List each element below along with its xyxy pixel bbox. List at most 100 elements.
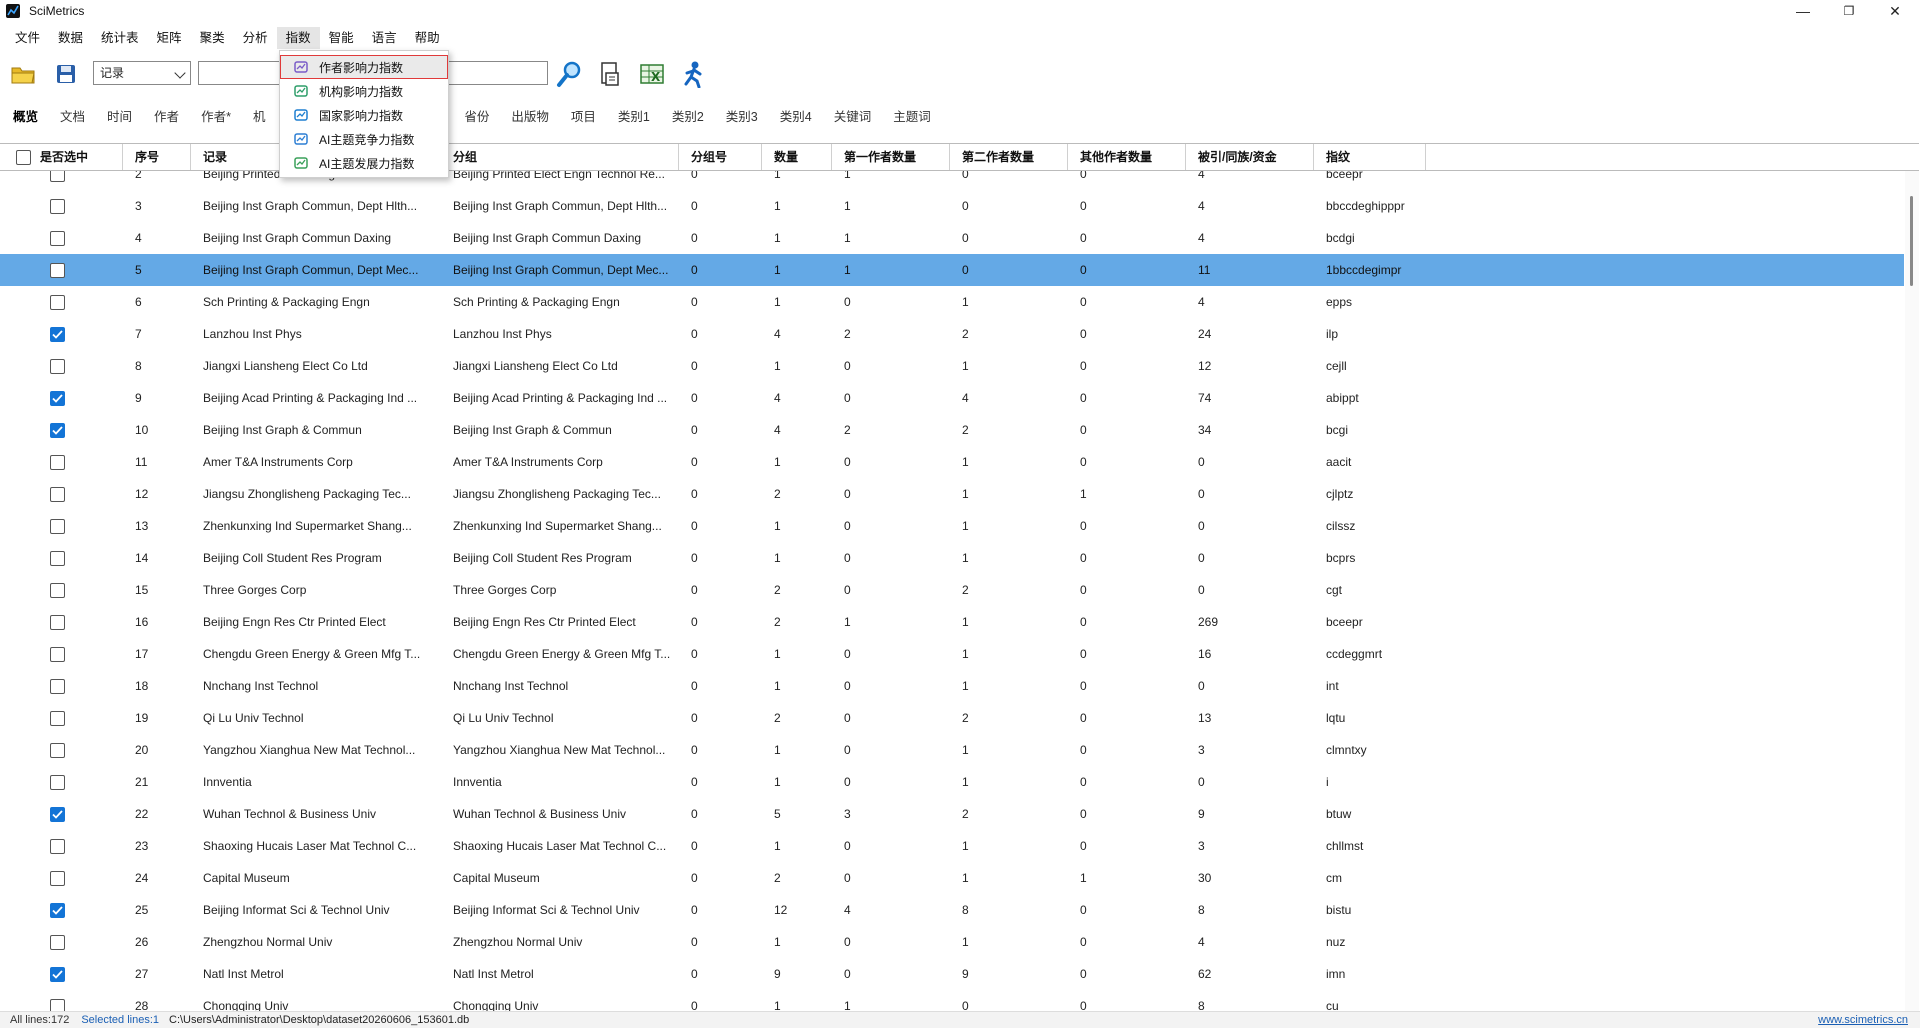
table-row[interactable]: 14 Beijing Coll Student Res Program Beijin… — [0, 542, 1904, 574]
excel-export-icon[interactable]: X — [638, 60, 666, 88]
table-row[interactable]: 23 Shaoxing Hucais Laser Mat Technol C...… — [0, 830, 1904, 862]
menu-6[interactable]: 指数 — [276, 27, 320, 49]
row-checkbox[interactable] — [50, 422, 65, 438]
row-checkbox[interactable] — [50, 262, 65, 278]
menu-9[interactable]: 帮助 — [406, 27, 449, 49]
tab-13[interactable]: 关键词 — [834, 106, 872, 125]
tab-5[interactable]: 机 — [253, 106, 266, 125]
row-checkbox[interactable] — [50, 550, 65, 566]
open-folder-icon[interactable] — [9, 60, 37, 88]
menu-5[interactable]: 分析 — [234, 27, 277, 49]
row-checkbox[interactable] — [50, 998, 65, 1011]
menu-4[interactable]: 聚类 — [191, 27, 234, 49]
row-checkbox[interactable] — [50, 358, 65, 374]
table-row[interactable]: 11 Amer T&A Instruments Corp Amer T&A Inst… — [0, 446, 1904, 478]
table-row[interactable]: 10 Beijing Inst Graph & Commun Beijing Ins… — [0, 414, 1904, 446]
table-row[interactable]: 22 Wuhan Technol & Business Univ Wuhan Tec… — [0, 798, 1904, 830]
search-icon[interactable] — [555, 60, 583, 88]
table-row[interactable]: 4 Beijing Inst Graph Commun Daxing Beijing… — [0, 222, 1904, 254]
table-row[interactable]: 20 Yangzhou Xianghua New Mat Technol... Ya… — [0, 734, 1904, 766]
table-row[interactable]: 15 Three Gorges Corp Three Gorges Corp 0 2 0 2… — [0, 574, 1904, 606]
row-checkbox[interactable] — [50, 710, 65, 726]
table-row[interactable]: 27 Natl Inst Metrol Natl Inst Metrol 0 9 0 9 0 6… — [0, 958, 1904, 990]
row-checkbox[interactable] — [50, 966, 65, 982]
tab-7[interactable]: 出版物 — [511, 106, 549, 125]
column-header-6[interactable]: 第一作者数量 — [832, 144, 950, 170]
website-link[interactable]: www.scimetrics.cn — [1818, 1014, 1908, 1026]
menu-0[interactable]: 文件 — [6, 27, 49, 49]
save-icon[interactable] — [52, 60, 80, 88]
row-checkbox[interactable] — [50, 294, 65, 310]
tab-11[interactable]: 类别3 — [726, 106, 758, 125]
tab-3[interactable]: 作者 — [154, 106, 179, 125]
row-checkbox[interactable] — [50, 742, 65, 758]
column-header-0[interactable]: 是否选中 — [0, 144, 123, 170]
export-document-icon[interactable] — [596, 60, 624, 88]
menu-8[interactable]: 语言 — [363, 27, 406, 49]
row-checkbox[interactable] — [50, 870, 65, 886]
run-person-icon[interactable] — [680, 60, 708, 88]
column-header-10[interactable]: 指纹 — [1314, 144, 1426, 170]
table-row[interactable]: 7 Lanzhou Inst Phys Lanzhou Inst Phys 0 4 2 2 0… — [0, 318, 1904, 350]
table-row[interactable]: 24 Capital Museum Capital Museum 0 2 0 1 1 30 cm — [0, 862, 1904, 894]
row-checkbox[interactable] — [50, 518, 65, 534]
row-checkbox[interactable] — [50, 582, 65, 598]
row-checkbox[interactable] — [50, 230, 65, 246]
menu-2[interactable]: 统计表 — [92, 27, 148, 49]
table-row[interactable]: 8 Jiangxi Liansheng Elect Co Ltd Jiangxi L… — [0, 350, 1904, 382]
dropdown-item-0[interactable]: 作者影响力指数 — [280, 55, 448, 79]
table-row[interactable]: 12 Jiangsu Zhonglisheng Packaging Tec... J… — [0, 478, 1904, 510]
menu-3[interactable]: 矩阵 — [148, 27, 191, 49]
dropdown-item-1[interactable]: 机构影响力指数 — [280, 79, 448, 103]
table-row[interactable]: 13 Zhenkunxing Ind Supermarket Shang... Zh… — [0, 510, 1904, 542]
row-checkbox[interactable] — [50, 646, 65, 662]
table-row[interactable]: 17 Chengdu Green Energy & Green Mfg T... C… — [0, 638, 1904, 670]
tab-2[interactable]: 时间 — [107, 106, 132, 125]
column-header-5[interactable]: 数量 — [762, 144, 832, 170]
row-checkbox[interactable] — [50, 934, 65, 950]
row-checkbox[interactable] — [50, 326, 65, 342]
menu-1[interactable]: 数据 — [49, 27, 92, 49]
row-checkbox[interactable] — [50, 171, 65, 182]
row-checkbox[interactable] — [50, 806, 65, 822]
column-header-8[interactable]: 其他作者数量 — [1068, 144, 1186, 170]
column-header-7[interactable]: 第二作者数量 — [950, 144, 1068, 170]
select-all-checkbox[interactable] — [16, 149, 31, 165]
row-checkbox[interactable] — [50, 454, 65, 470]
row-checkbox[interactable] — [50, 390, 65, 406]
row-checkbox[interactable] — [50, 838, 65, 854]
table-row[interactable]: 16 Beijing Engn Res Ctr Printed Elect Beij… — [0, 606, 1904, 638]
row-checkbox[interactable] — [50, 678, 65, 694]
table-row[interactable]: 25 Beijing Informat Sci & Technol Univ Bei… — [0, 894, 1904, 926]
table-row[interactable]: 5 Beijing Inst Graph Commun, Dept Mec... B… — [0, 254, 1904, 286]
table-row[interactable]: 6 Sch Printing & Packaging Engn Sch Printi… — [0, 286, 1904, 318]
table-row[interactable]: 18 Nnchang Inst Technol Nnchang Inst Techn… — [0, 670, 1904, 702]
row-checkbox[interactable] — [50, 902, 65, 918]
minimize-button[interactable]: — — [1780, 0, 1826, 22]
tab-4[interactable]: 作者* — [201, 106, 231, 125]
tab-6[interactable]: 省份 — [464, 106, 489, 125]
vertical-scrollbar[interactable] — [1905, 171, 1919, 1011]
row-checkbox[interactable] — [50, 486, 65, 502]
column-header-9[interactable]: 被引/同族/资金 — [1186, 144, 1314, 170]
tab-1[interactable]: 文档 — [60, 106, 85, 125]
table-row[interactable]: 28 Chongqing Univ Chongqing Univ 0 1 1 0 0 8 cu — [0, 990, 1904, 1011]
tab-14[interactable]: 主题词 — [893, 106, 931, 125]
maximize-button[interactable]: ❐ — [1826, 0, 1872, 22]
dropdown-item-2[interactable]: 国家影响力指数 — [280, 103, 448, 127]
row-checkbox[interactable] — [50, 774, 65, 790]
tab-0[interactable]: 概览 — [13, 106, 38, 125]
dropdown-item-4[interactable]: AI主题发展力指数 — [280, 151, 448, 175]
row-checkbox[interactable] — [50, 198, 65, 214]
tab-8[interactable]: 项目 — [571, 106, 596, 125]
scrollbar-thumb[interactable] — [1910, 196, 1913, 286]
table-row[interactable]: 19 Qi Lu Univ Technol Qi Lu Univ Technol 0 2… — [0, 702, 1904, 734]
column-header-3[interactable]: 分组 — [441, 144, 679, 170]
tab-12[interactable]: 类别4 — [780, 106, 812, 125]
table-row[interactable]: 9 Beijing Acad Printing & Packaging Ind .… — [0, 382, 1904, 414]
column-header-4[interactable]: 分组号 — [679, 144, 762, 170]
tab-10[interactable]: 类别2 — [672, 106, 704, 125]
record-type-select[interactable]: 记录 — [93, 61, 191, 85]
column-header-1[interactable]: 序号 — [123, 144, 191, 170]
menu-7[interactable]: 智能 — [320, 27, 363, 49]
